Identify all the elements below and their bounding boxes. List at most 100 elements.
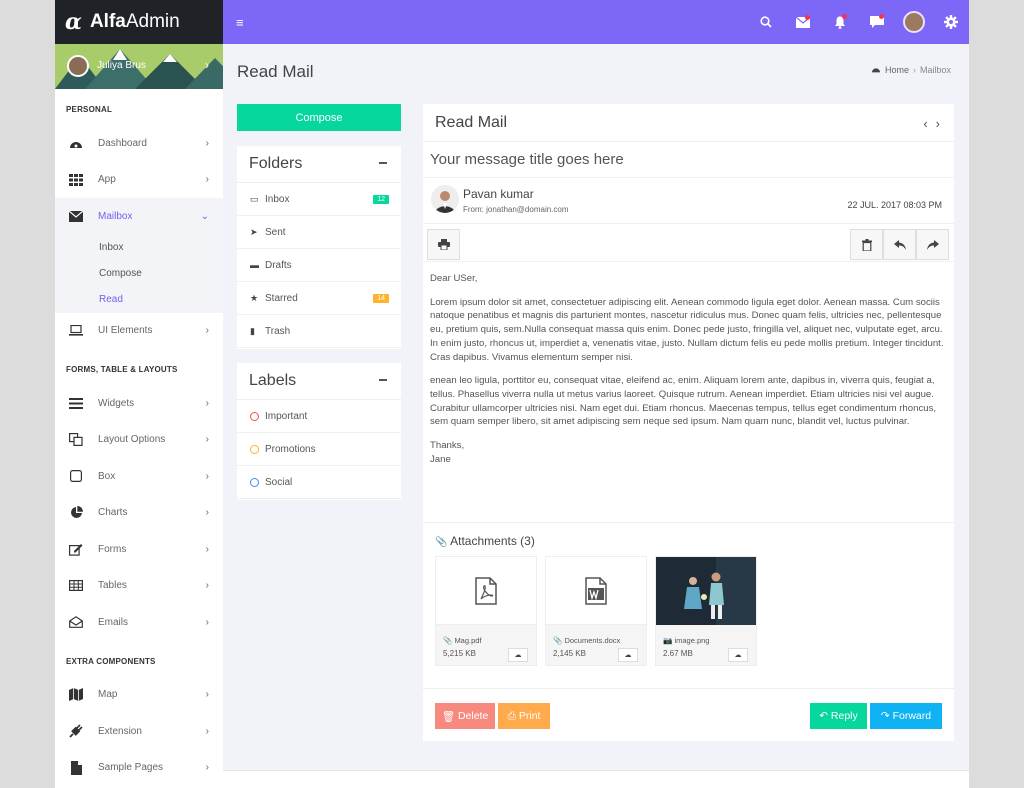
page-footer	[223, 770, 969, 788]
sidebar-item-forms[interactable]: Forms ›	[55, 531, 223, 568]
labels-title: Labels	[249, 372, 297, 389]
mail-body: Dear USer, Lorem ipsum dolor sit amet, c…	[423, 262, 954, 466]
sidebar-item-ui-elements[interactable]: UI Elements ›	[55, 313, 223, 350]
user-menu[interactable]	[895, 11, 932, 33]
folder-item-trash[interactable]: ▮ Trash	[237, 315, 401, 348]
breadcrumb-home[interactable]: Home	[885, 65, 909, 75]
sidebar-item-label: Emails	[98, 616, 129, 628]
attachments-title: Attachments (3)	[450, 534, 535, 548]
gear-icon[interactable]	[932, 15, 969, 29]
messages-icon[interactable]	[784, 14, 821, 28]
cloud-download-icon[interactable]: ☁	[508, 648, 528, 662]
mail-date: 22 JUL. 2017 08:03 PM	[847, 200, 942, 210]
inbox-icon: ▭	[250, 193, 259, 204]
attachment-pdf[interactable]: 📎 Mag.pdf 5,215 KB ☁	[435, 556, 537, 666]
topbar-icons	[747, 0, 969, 44]
folder-item-starred[interactable]: ★ Starred 14	[237, 282, 401, 315]
dashboard-icon	[871, 65, 881, 75]
breadcrumb: Home › Mailbox	[871, 65, 951, 75]
chevron-right-icon: ›	[205, 507, 209, 519]
cloud-download-icon[interactable]: ☁	[728, 648, 748, 662]
sidebar-item-label: Sample Pages	[98, 762, 164, 774]
reply-icon[interactable]	[883, 229, 916, 260]
sidebar-item-extension[interactable]: Extension ›	[55, 713, 223, 750]
label-text: Important	[265, 410, 308, 422]
chevron-right-icon[interactable]: ›	[936, 116, 940, 131]
attachment-image[interactable]: 📷 image.png 2.67 MB ☁	[655, 556, 757, 666]
sidebar-item-box[interactable]: Box ›	[55, 458, 223, 495]
attachment-name: 📎 Mag.pdf	[443, 636, 482, 645]
forward-button[interactable]: ↷ Forward	[870, 703, 942, 729]
user-profile-banner[interactable]: Juliya Brus ›	[55, 44, 223, 89]
sidebar-item-app[interactable]: App ›	[55, 162, 223, 199]
app-window: α Alfa Admin Juliya Brus › PERSONAL Dashb…	[55, 0, 969, 788]
chevron-right-icon: ›	[205, 325, 209, 337]
paper-plane-icon: ➤	[250, 226, 258, 237]
sidebar-item-label: Mailbox	[98, 210, 133, 222]
cloud-download-icon[interactable]: ☁	[618, 648, 638, 662]
sidebar-item-widgets[interactable]: Widgets ›	[55, 385, 223, 422]
sidebar-item-emails[interactable]: Emails ›	[55, 604, 223, 641]
brand-name-light: Admin	[125, 11, 180, 32]
sidebar-item-tables[interactable]: Tables ›	[55, 568, 223, 605]
user-avatar	[67, 55, 89, 77]
chevron-right-icon: ›	[205, 174, 209, 186]
collapse-minus-icon[interactable]	[379, 162, 387, 164]
folder-item-sent[interactable]: ➤ Sent	[237, 216, 401, 249]
compose-button[interactable]: Compose	[237, 104, 401, 131]
word-file-icon	[546, 557, 646, 625]
labels-header: Labels	[237, 363, 401, 400]
trash-icon[interactable]	[850, 229, 883, 260]
sender-info: Pavan kumar From: jonathan@domain.com 22…	[423, 178, 954, 224]
delete-button[interactable]: 🗑 Delete	[435, 703, 495, 729]
sidebar-item-mailbox[interactable]: Mailbox ⌄	[55, 198, 223, 235]
sidebar-subitem-compose[interactable]: Compose	[55, 260, 223, 287]
attachments-heading: 📎 Attachments (3)	[435, 534, 954, 548]
folder-label: Sent	[265, 226, 286, 238]
sidebar-item-label: Dashboard	[98, 137, 147, 149]
sidebar-item-sample-pages[interactable]: Sample Pages ›	[55, 750, 223, 787]
sidebar-item-layout-options[interactable]: Layout Options ›	[55, 422, 223, 459]
sidebar-subitem-inbox[interactable]: Inbox	[55, 234, 223, 261]
forward-icon[interactable]	[916, 229, 949, 260]
laptop-icon	[68, 324, 84, 338]
sidebar-item-label: Extension	[98, 725, 142, 737]
label-text: Promotions	[265, 443, 316, 455]
chevron-right-icon: ›	[205, 580, 209, 592]
folder-item-inbox[interactable]: ▭ Inbox 12	[237, 183, 401, 216]
starred-count-badge: 14	[373, 293, 389, 303]
sidebar: α Alfa Admin Juliya Brus › PERSONAL Dashb…	[55, 0, 223, 788]
mail-thanks: Thanks,	[430, 440, 465, 452]
chevron-left-icon[interactable]: ‹	[923, 116, 927, 131]
reply-button[interactable]: ↶ Reply	[810, 703, 867, 729]
attachment-docx[interactable]: 📎 Documents.docx 2,145 KB ☁	[545, 556, 647, 666]
mail-paragraph: Lorem ipsum dolor sit amet, consectetuer…	[430, 296, 944, 363]
chat-icon[interactable]	[858, 14, 895, 28]
sidebar-item-map[interactable]: Map ›	[55, 677, 223, 714]
mail-subject: Your message title goes here	[423, 142, 954, 178]
bell-icon[interactable]	[821, 13, 858, 29]
label-item-important[interactable]: Important	[237, 400, 401, 433]
brand-logo[interactable]: α Alfa Admin	[55, 0, 223, 44]
sidebar-item-charts[interactable]: Charts ›	[55, 495, 223, 532]
trash-icon: ▮	[250, 325, 255, 336]
paperclip-icon: 📎	[435, 537, 448, 548]
bars-icon	[68, 396, 84, 410]
sidebar-item-label: Box	[98, 470, 116, 482]
map-icon	[68, 688, 84, 702]
print-button[interactable]: ⎙ Print	[498, 703, 550, 729]
star-icon: ★	[250, 292, 259, 303]
hamburger-menu-icon[interactable]: ≡	[236, 15, 244, 30]
label-item-social[interactable]: Social	[237, 466, 401, 499]
folder-item-drafts[interactable]: ▬ Drafts	[237, 249, 401, 282]
label-item-promotions[interactable]: Promotions	[237, 433, 401, 466]
sidebar-item-dashboard[interactable]: Dashboard ›	[55, 125, 223, 162]
plug-icon	[68, 724, 84, 738]
print-icon[interactable]	[427, 229, 460, 260]
collapse-minus-icon[interactable]	[379, 379, 387, 381]
search-icon[interactable]	[747, 16, 784, 28]
sidebar-subitem-read[interactable]: Read	[55, 286, 223, 313]
section-forms: FORMS, TABLE & LAYOUTS	[66, 365, 178, 374]
section-extra: EXTRA COMPONENTS	[66, 656, 156, 666]
chevron-right-icon: ›	[205, 543, 209, 555]
